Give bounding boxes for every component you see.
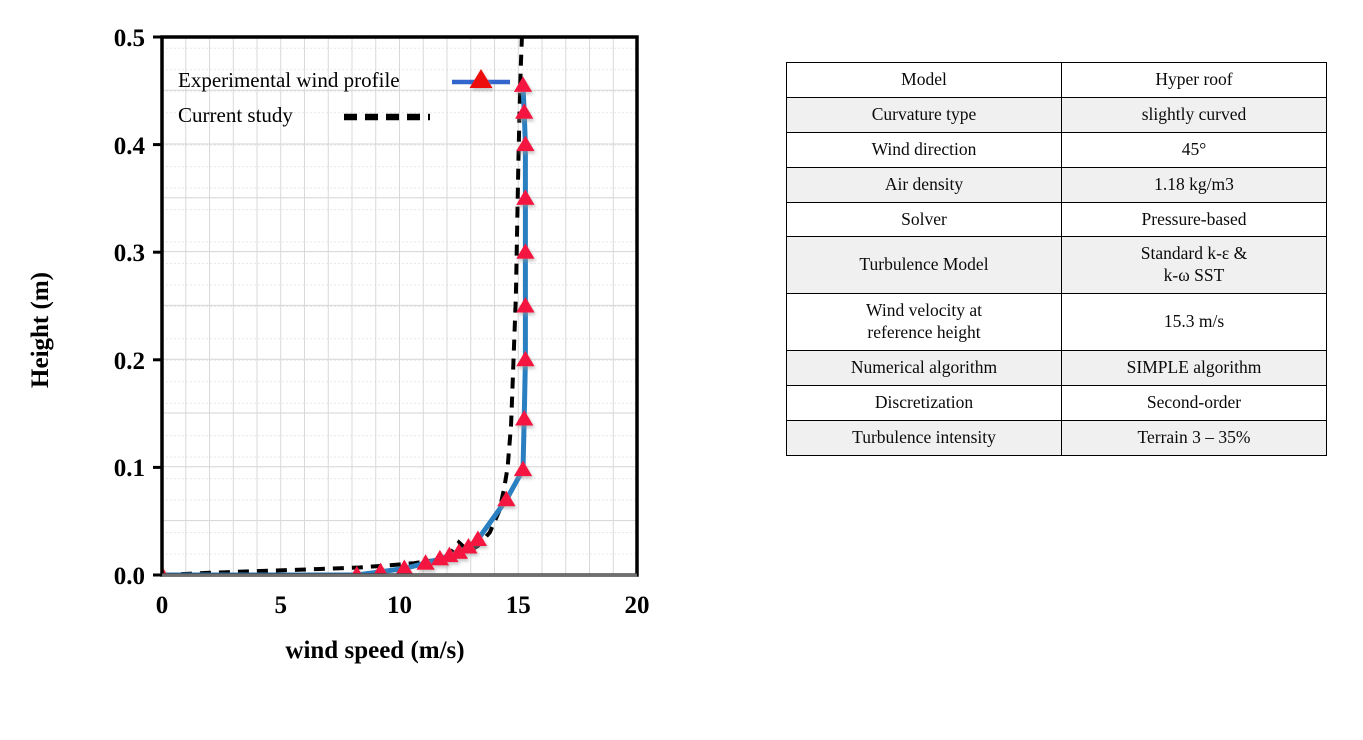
table-cell-label: Curvature type bbox=[786, 96, 1062, 133]
table-cell-label: Wind direction bbox=[786, 131, 1062, 168]
wind-profile-chart: 0.0 0.1 0.2 0.3 0.4 0.5 0 5 10 15 20 win… bbox=[0, 0, 700, 740]
x-axis-title: wind speed (m/s) bbox=[285, 637, 464, 664]
y-tick-label-4: 0.4 bbox=[114, 133, 146, 160]
x-tick-label-4: 20 bbox=[625, 592, 650, 619]
y-tick-label-2: 0.2 bbox=[114, 348, 145, 375]
x-tick-label-1: 5 bbox=[275, 592, 288, 619]
legend-label-experimental: Experimental wind profile bbox=[178, 68, 400, 92]
table-cell-value: slightly curved bbox=[1061, 96, 1327, 133]
table-cell-label: Air density bbox=[786, 166, 1062, 203]
table-cell-value: SIMPLE algorithm bbox=[1061, 349, 1327, 386]
table-row: Numerical algorithm SIMPLE algorithm bbox=[786, 349, 1327, 386]
x-tick-label-0: 0 bbox=[156, 592, 169, 619]
table-cell-value: Standard k-ε & k-ω SST bbox=[1061, 236, 1327, 295]
parameters-table-body: Model Hyper roof Curvature type slightly… bbox=[786, 62, 1327, 456]
chart-svg: 0.0 0.1 0.2 0.3 0.4 0.5 0 5 10 15 20 win… bbox=[27, 25, 650, 664]
table-cell-value: 45° bbox=[1061, 131, 1327, 168]
table-row: Wind velocity at reference height 15.3 m/… bbox=[786, 293, 1327, 351]
table-row: Turbulence Model Standard k-ε & k-ω SST bbox=[786, 236, 1327, 295]
table-cell-label: Model bbox=[786, 62, 1062, 98]
table-row: Solver Pressure-based bbox=[786, 201, 1327, 238]
table-cell-label: Turbulence Model bbox=[786, 236, 1062, 295]
table-cell-label: Wind velocity at reference height bbox=[786, 293, 1062, 351]
table-cell-value: Terrain 3 – 35% bbox=[1061, 419, 1327, 456]
parameters-table-container: Model Hyper roof Curvature type slightly… bbox=[786, 62, 1327, 456]
y-tick-label-1: 0.1 bbox=[114, 455, 145, 482]
table-row: Wind direction 45° bbox=[786, 131, 1327, 168]
table-cell-value: Second-order bbox=[1061, 384, 1327, 421]
table-cell-label: Turbulence intensity bbox=[786, 419, 1062, 456]
y-tick-label-3: 0.3 bbox=[114, 240, 145, 267]
table-row: Model Hyper roof bbox=[786, 62, 1327, 98]
x-tick-label-3: 15 bbox=[506, 592, 531, 619]
x-tick-label-2: 10 bbox=[387, 592, 412, 619]
table-cell-label: Numerical algorithm bbox=[786, 349, 1062, 386]
table-cell-label: Solver bbox=[786, 201, 1062, 238]
table-row: Turbulence intensity Terrain 3 – 35% bbox=[786, 419, 1327, 456]
table-row: Air density 1.18 kg/m3 bbox=[786, 166, 1327, 203]
y-tick-label-5: 0.5 bbox=[114, 25, 145, 52]
table-row: Curvature type slightly curved bbox=[786, 96, 1327, 133]
table-cell-value: Pressure-based bbox=[1061, 201, 1327, 238]
table-cell-value: Hyper roof bbox=[1061, 62, 1327, 98]
table-cell-label: Discretization bbox=[786, 384, 1062, 421]
y-tick-label-0: 0.0 bbox=[114, 563, 145, 590]
legend-label-current-study: Current study bbox=[178, 103, 293, 127]
parameters-table: Model Hyper roof Curvature type slightly… bbox=[786, 62, 1327, 456]
y-axis-title: Height (m) bbox=[27, 272, 54, 388]
table-cell-value: 15.3 m/s bbox=[1061, 293, 1327, 351]
table-cell-value: 1.18 kg/m3 bbox=[1061, 166, 1327, 203]
table-row: Discretization Second-order bbox=[786, 384, 1327, 421]
